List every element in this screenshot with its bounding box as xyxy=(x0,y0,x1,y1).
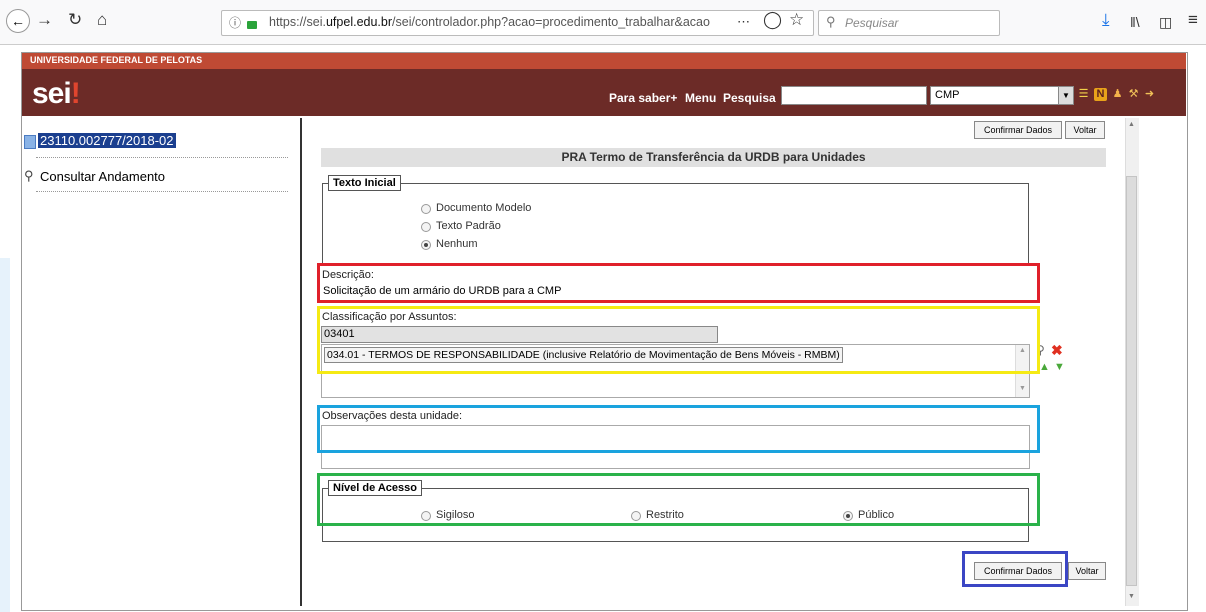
consult-progress-link[interactable]: Consultar Andamento xyxy=(40,169,165,184)
form-title: PRA Termo de Transferência da URDB para … xyxy=(321,148,1106,167)
forward-arrow-icon[interactable]: → xyxy=(36,10,53,30)
page-background-edge xyxy=(0,258,10,612)
url-text[interactable]: https://sei.ufpel.edu.br/sei/controlador… xyxy=(269,15,710,29)
url-domain: ufpel.edu.br xyxy=(325,15,393,29)
browser-toolbar: ← → ↻ ⌂ ⓘ https://sei.ufpel.edu.br/sei/c… xyxy=(0,0,1206,45)
library-icon[interactable]: ‖\ xyxy=(1130,12,1140,32)
scroll-down-arrow-icon[interactable]: ▼ xyxy=(1019,385,1026,392)
unit-select-value: CMP xyxy=(935,89,960,101)
chevron-down-icon[interactable]: ▼ xyxy=(1058,87,1073,104)
pocket-icon[interactable]: ◯ xyxy=(763,10,782,30)
page-actions-icon[interactable]: ⋯ xyxy=(737,12,750,32)
lock-icon xyxy=(247,21,257,29)
radio-label-nenhum[interactable]: Nenhum xyxy=(436,238,478,250)
initial-text-legend: Texto Inicial xyxy=(328,175,401,191)
back-arrow-icon[interactable]: ← xyxy=(6,9,30,33)
radio-texto-padrao[interactable] xyxy=(421,222,431,232)
search-icon: ⚲ xyxy=(826,14,836,29)
remove-classification-icon[interactable]: ✖ xyxy=(1051,342,1063,359)
search-placeholder: Pesquisar xyxy=(845,16,899,30)
info-icon[interactable]: ⓘ xyxy=(229,14,241,31)
radio-label-texto-padrao[interactable]: Texto Padrão xyxy=(436,220,501,232)
classification-highlight-box xyxy=(317,306,1040,374)
tools-icon[interactable]: ⚒ xyxy=(1127,88,1140,101)
reload-icon[interactable]: ↻ xyxy=(68,10,82,30)
exit-icon[interactable]: ➜ xyxy=(1143,88,1156,101)
address-bar[interactable]: ⓘ https://sei.ufpel.edu.br/sei/controlad… xyxy=(221,10,814,36)
hamburger-menu-icon[interactable]: ≡ xyxy=(1188,10,1198,30)
page-scrollbar-thumb[interactable] xyxy=(1126,176,1137,586)
header-search-input[interactable] xyxy=(781,86,927,105)
institution-strip: UNIVERSIDADE FEDERAL DE PELOTAS xyxy=(22,53,1186,69)
logo-text: sei xyxy=(32,77,72,110)
header-link-pesquisa[interactable]: Pesquisa xyxy=(723,91,776,105)
sidebar-toggle-icon[interactable]: ◫ xyxy=(1159,12,1172,32)
browser-search-input[interactable]: ⚲ Pesquisar xyxy=(818,10,1000,36)
sidebar-divider xyxy=(36,157,288,158)
process-document-icon xyxy=(24,135,36,149)
institution-name: UNIVERSIDADE FEDERAL DE PELOTAS xyxy=(30,55,203,65)
header-link-menu[interactable]: Menu xyxy=(685,91,716,105)
move-down-icon[interactable]: ▼ xyxy=(1054,361,1065,373)
process-tree-panel xyxy=(22,116,300,606)
back-button-bottom[interactable]: Voltar xyxy=(1068,562,1106,580)
back-button-top[interactable]: Voltar xyxy=(1065,121,1105,139)
radio-documento-modelo[interactable] xyxy=(421,204,431,214)
sidebar-divider xyxy=(36,191,288,192)
bookmark-star-icon[interactable]: ☆ xyxy=(789,10,804,30)
page-scroll-down-icon[interactable]: ▼ xyxy=(1128,593,1135,600)
home-icon[interactable]: ⌂ xyxy=(97,10,107,30)
move-up-icon[interactable]: ▲ xyxy=(1039,361,1050,373)
user-icon[interactable]: ♟ xyxy=(1111,88,1124,101)
url-prefix: https://sei. xyxy=(269,15,326,29)
access-level-highlight-box xyxy=(317,473,1040,526)
header-link-para-saber[interactable]: Para saber+ xyxy=(609,91,677,105)
radio-nenhum[interactable] xyxy=(421,240,431,250)
magnifier-icon: ⚲ xyxy=(24,168,34,183)
radio-label-documento-modelo[interactable]: Documento Modelo xyxy=(436,202,531,214)
notes-icon[interactable]: N xyxy=(1094,88,1107,101)
panel-divider[interactable] xyxy=(300,118,302,606)
list-view-icon[interactable]: ☰ xyxy=(1077,88,1090,101)
page-scroll-up-icon[interactable]: ▲ xyxy=(1128,121,1135,128)
observations-highlight-box xyxy=(317,405,1040,453)
confirm-button-highlight-box xyxy=(962,551,1068,587)
url-path: /sei/controlador.php?acao=procedimento_t… xyxy=(392,15,710,29)
logo-mark: ! xyxy=(70,77,81,110)
download-icon[interactable]: ⤓ xyxy=(1102,10,1110,30)
unit-select[interactable]: CMP ▼ xyxy=(930,86,1074,105)
confirm-data-button-top[interactable]: Confirmar Dados xyxy=(974,121,1062,139)
sei-logo[interactable]: sei! xyxy=(32,77,81,111)
process-number-link[interactable]: 23110.002777/2018-02 xyxy=(38,133,176,148)
description-highlight-box xyxy=(317,263,1040,303)
